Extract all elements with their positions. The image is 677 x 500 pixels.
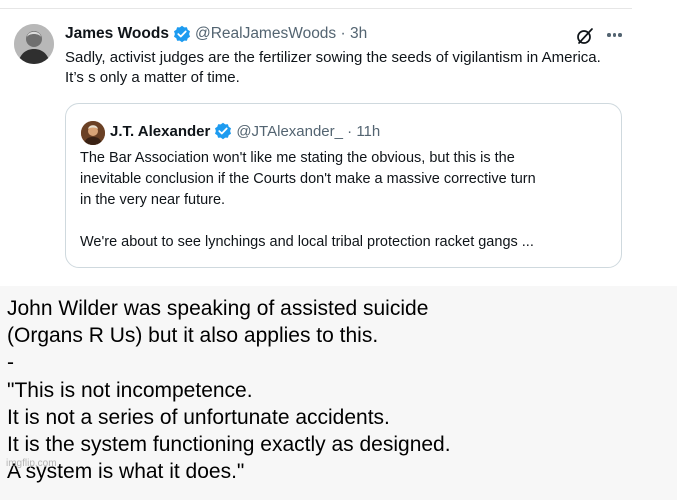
- slashed-circle-icon[interactable]: [576, 27, 594, 45]
- meme-caption-panel: John Wilder was speaking of assisted sui…: [0, 286, 677, 500]
- caption-line: It is not a series of unfortunate accide…: [7, 405, 390, 429]
- more-options-icon[interactable]: [607, 33, 622, 37]
- caption-line: John Wilder was speaking of assisted sui…: [7, 297, 429, 320]
- handle-and-time[interactable]: @RealJamesWoods · 3h: [195, 25, 367, 43]
- quoted-tweet-text: The Bar Association won't like me statin…: [80, 148, 615, 253]
- quoted-text-line: inevitable conclusion if the Courts don'…: [80, 171, 536, 187]
- quoted-author-name[interactable]: J.T. Alexander: [110, 123, 210, 140]
- tweet-header: James Woods @RealJamesWoods · 3h: [65, 24, 367, 44]
- person-avatar-icon[interactable]: [14, 24, 54, 64]
- verified-badge-icon: [173, 25, 191, 43]
- divider: [0, 8, 632, 9]
- verified-badge-icon: [214, 122, 232, 140]
- quoted-text-line: The Bar Association won't like me statin…: [80, 150, 515, 166]
- quoted-handle-and-time[interactable]: @JTAlexander_ · 11h: [236, 123, 380, 140]
- caption-line: A system is what it does.": [7, 460, 245, 484]
- caption-line: It is the system functioning exactly as …: [7, 433, 451, 457]
- tweet-text: Sadly, activist judges are the fertilize…: [65, 49, 601, 86]
- caption-line: (Organs R Us) but it also applies to thi…: [7, 324, 379, 348]
- author-name[interactable]: James Woods: [65, 25, 169, 43]
- caption-text: John Wilder was speaking of assisted sui…: [7, 295, 451, 485]
- caption-line: -: [7, 351, 14, 375]
- quoted-text-line: We're about to see lynchings and local t…: [80, 234, 534, 250]
- imgflip-watermark: imgflip.com: [6, 458, 57, 469]
- quoted-text-line: in the very near future.: [80, 192, 226, 208]
- portrait-avatar-icon[interactable]: [81, 121, 105, 145]
- caption-line: "This is not incompetence.: [7, 378, 253, 402]
- quoted-tweet-header: J.T. Alexander @JTAlexander_ · 11h: [110, 121, 380, 141]
- tweet-screenshot: James Woods @RealJamesWoods · 3h Sadly, …: [0, 0, 677, 286]
